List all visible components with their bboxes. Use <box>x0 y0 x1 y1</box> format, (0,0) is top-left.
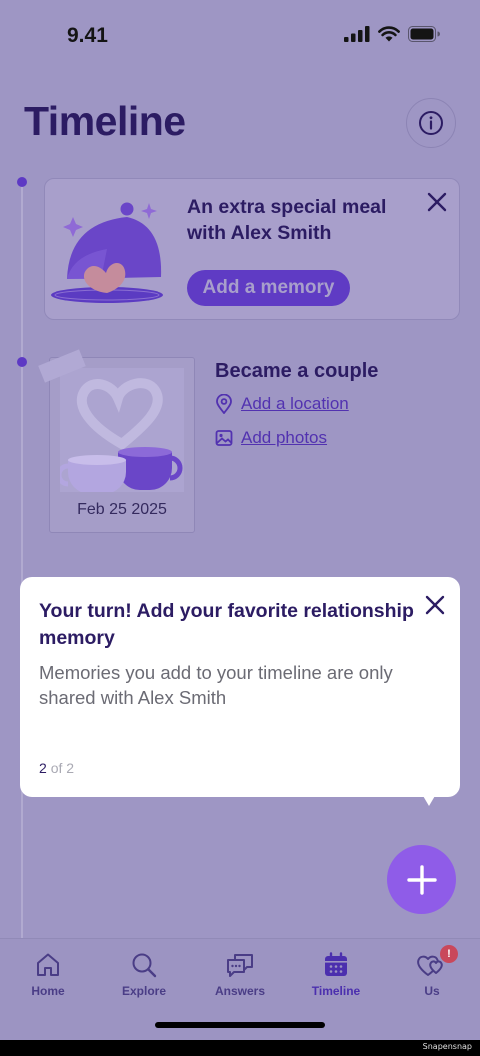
search-icon <box>132 953 157 978</box>
tab-label: Answers <box>214 984 266 998</box>
memory-photo-frame[interactable]: Feb 25 2025 <box>49 357 195 533</box>
pager-total: of 2 <box>50 760 75 776</box>
page-title: Timeline <box>24 98 186 144</box>
timeline-line <box>21 182 23 942</box>
calendar-icon <box>325 952 347 976</box>
screen: 9.41 Timeline An extra special meal with… <box>0 0 480 1040</box>
pager-current: 2 <box>39 760 47 776</box>
add-button[interactable] <box>387 845 456 914</box>
status-icons <box>344 26 440 42</box>
tab-label: Home <box>31 984 65 998</box>
plus-icon <box>406 864 437 895</box>
cloche-illustration <box>51 202 163 303</box>
tab-label: Us <box>424 984 440 998</box>
add-memory-button[interactable]: Add a memory <box>187 270 350 306</box>
timeline-dot <box>17 357 27 367</box>
add-location-label[interactable]: Add a location <box>241 394 349 414</box>
tab-timeline[interactable]: Timeline <box>288 949 384 998</box>
add-photos-label[interactable]: Add photos <box>241 428 327 448</box>
location-pin-icon <box>216 394 232 414</box>
tab-explore[interactable]: Explore <box>96 949 192 998</box>
tab-us[interactable]: ! Us <box>384 945 480 998</box>
tab-label: Timeline <box>311 984 361 998</box>
tooltip-body: Memories you add to your timeline are on… <box>39 662 393 708</box>
status-time: 9.41 <box>67 24 108 47</box>
tab-home[interactable]: Home <box>0 949 96 998</box>
close-icon[interactable] <box>424 594 446 616</box>
onboarding-tooltip: Your turn! Add your favorite relationshi… <box>20 577 460 797</box>
info-button[interactable] <box>406 98 456 148</box>
info-icon <box>419 111 443 135</box>
close-icon[interactable] <box>426 191 448 213</box>
notification-badge: ! <box>440 945 458 963</box>
memory-date: Feb 25 2025 <box>77 501 167 518</box>
home-indicator <box>155 1022 325 1028</box>
suggestion-card[interactable]: An extra special meal with Alex Smith Ad… <box>44 178 460 320</box>
chat-bubbles-icon <box>227 954 253 977</box>
tooltip-arrow <box>419 789 439 806</box>
tab-label: Explore <box>121 984 166 998</box>
add-location-link[interactable]: Add a location <box>215 394 349 414</box>
memory-title: Became a couple <box>215 360 379 382</box>
timeline-dot <box>17 177 27 187</box>
watermark: Snapensnap <box>422 1042 472 1051</box>
tooltip-pager: 2 of 2 <box>39 760 74 776</box>
tab-answers[interactable]: Answers <box>192 949 288 998</box>
signal-icon <box>344 26 370 42</box>
image-icon <box>215 430 233 446</box>
wifi-icon <box>378 26 400 42</box>
coffee-cups-illustration <box>56 368 184 494</box>
battery-icon <box>408 26 440 42</box>
tooltip-title: Your turn! Add your favorite relationshi… <box>39 600 414 649</box>
watermark-bar: Snapensnap <box>0 1040 480 1056</box>
suggestion-title: An extra special meal with Alex Smith <box>187 196 387 244</box>
home-icon <box>37 953 59 976</box>
add-photos-link[interactable]: Add photos <box>215 428 327 448</box>
